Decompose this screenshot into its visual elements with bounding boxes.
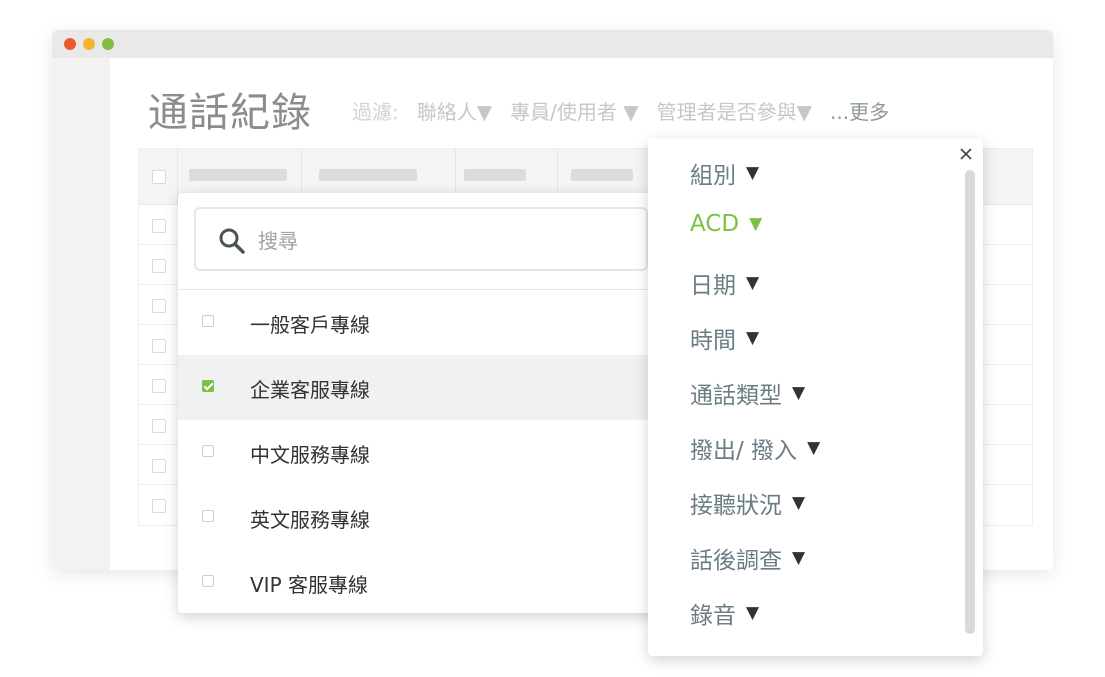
menu-item-call-type[interactable]: 通話類型 ▼ xyxy=(690,376,805,410)
maximize-window-button[interactable] xyxy=(102,38,114,50)
column-header-placeholder xyxy=(189,169,287,181)
list-item-chinese-line[interactable]: 中文服務專線 xyxy=(178,420,650,485)
caret-down-icon: ▼ xyxy=(749,214,763,234)
page-title: 通話紀錄 xyxy=(148,90,312,136)
filter-agent-user[interactable]: 專員/使用者 ▼ xyxy=(510,96,638,125)
title-bar xyxy=(52,30,1053,58)
list-item-english-line[interactable]: 英文服務專線 xyxy=(178,485,650,550)
menu-item-label: 時間 xyxy=(690,328,736,354)
caret-down-icon: ▼ xyxy=(807,438,821,458)
menu-item-date[interactable]: 日期 ▼ xyxy=(690,266,759,300)
menu-item-group[interactable]: 組別 ▼ xyxy=(690,156,759,190)
list-item-general-line[interactable]: 一般客戶專線 xyxy=(178,290,650,355)
close-icon[interactable] xyxy=(959,147,973,161)
item-checkbox[interactable] xyxy=(202,315,214,327)
item-label: 中文服務專線 xyxy=(250,443,370,467)
filter-manager-involved[interactable]: 管理者是否參與▼ xyxy=(657,96,812,125)
column-header-placeholder xyxy=(571,169,633,181)
row-checkbox[interactable] xyxy=(152,259,166,273)
item-label: 一般客戶專線 xyxy=(250,313,370,337)
row-checkbox[interactable] xyxy=(152,419,166,433)
menu-item-survey[interactable]: 話後調查 ▼ xyxy=(690,541,805,575)
menu-item-answer-status[interactable]: 接聽狀況 ▼ xyxy=(690,486,805,520)
menu-item-acd[interactable]: ACD ▼ xyxy=(690,211,762,237)
search-box[interactable] xyxy=(194,207,648,271)
filter-more[interactable]: ...更多 xyxy=(830,96,889,125)
acd-dropdown: 一般客戶專線 企業客服專線 中文服務專線 英文服務專線 VIP 客服專線 xyxy=(178,193,665,613)
caret-down-icon: ▼ xyxy=(792,493,806,513)
menu-item-label: 通話類型 xyxy=(690,383,782,409)
menu-item-label: ACD xyxy=(690,211,740,237)
row-checkbox[interactable] xyxy=(152,379,166,393)
menu-item-label: 錄音 xyxy=(690,603,736,629)
menu-item-label: 撥出/ 撥入 xyxy=(690,438,798,464)
row-checkbox[interactable] xyxy=(152,499,166,513)
column-header-placeholder xyxy=(319,169,417,181)
menu-item-label: 接聽狀況 xyxy=(690,493,782,519)
close-window-button[interactable] xyxy=(64,38,76,50)
column-header-placeholder xyxy=(464,169,526,181)
filter-bar: 過濾: 聯絡人▼ 專員/使用者 ▼ 管理者是否參與▼ ...更多 xyxy=(352,96,889,125)
filter-label: 過濾: xyxy=(352,100,399,124)
item-label: 企業客服專線 xyxy=(250,378,370,402)
caret-down-icon: ▼ xyxy=(746,163,760,183)
caret-down-icon: ▼ xyxy=(792,383,806,403)
item-checkbox[interactable] xyxy=(202,445,214,457)
sidebar xyxy=(52,58,110,570)
row-checkbox[interactable] xyxy=(152,299,166,313)
caret-down-icon: ▼ xyxy=(746,328,760,348)
menu-item-direction[interactable]: 撥出/ 撥入 ▼ xyxy=(690,431,820,465)
menu-item-label: 話後調查 xyxy=(690,548,782,574)
row-checkbox[interactable] xyxy=(152,219,166,233)
item-label: VIP 客服專線 xyxy=(250,573,368,597)
search-input[interactable] xyxy=(256,227,630,255)
search-icon xyxy=(219,228,245,254)
caret-down-icon: ▼ xyxy=(746,273,760,293)
select-all-checkbox[interactable] xyxy=(152,170,166,184)
caret-down-icon: ▼ xyxy=(792,548,806,568)
more-filters-dropdown: 組別 ▼ ACD ▼ 日期 ▼ 時間 ▼ 通話類型 ▼ 撥出/ 撥入 ▼ 接聽狀… xyxy=(648,138,983,656)
item-label: 英文服務專線 xyxy=(250,508,370,532)
menu-item-label: 日期 xyxy=(690,273,736,299)
minimize-window-button[interactable] xyxy=(83,38,95,50)
item-checkbox[interactable] xyxy=(202,510,214,522)
scrollbar-thumb[interactable] xyxy=(965,170,975,634)
row-checkbox[interactable] xyxy=(152,459,166,473)
list-item-vip-line[interactable]: VIP 客服專線 xyxy=(178,550,650,613)
menu-item-time[interactable]: 時間 ▼ xyxy=(690,321,759,355)
list-item-enterprise-line[interactable]: 企業客服專線 xyxy=(178,355,650,420)
caret-down-icon: ▼ xyxy=(746,603,760,623)
item-checkbox-checked[interactable] xyxy=(202,380,214,392)
row-checkbox[interactable] xyxy=(152,339,166,353)
item-checkbox[interactable] xyxy=(202,575,214,587)
filter-contact[interactable]: 聯絡人▼ xyxy=(417,96,492,125)
menu-item-recording[interactable]: 錄音 ▼ xyxy=(690,596,759,630)
menu-item-label: 組別 xyxy=(690,163,736,189)
